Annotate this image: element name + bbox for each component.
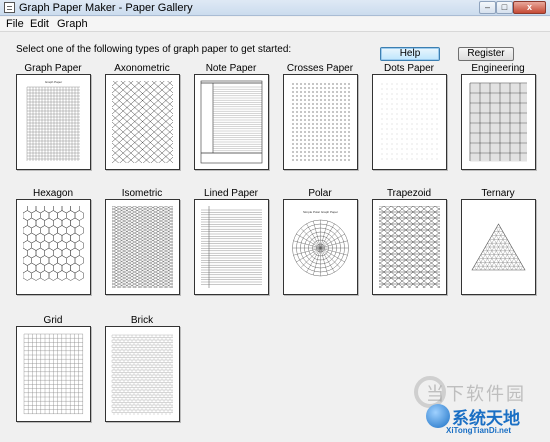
minimize-button[interactable]: ‒	[479, 1, 496, 14]
title-bar: Graph Paper Maker - Paper Gallery ‒ □ x	[0, 0, 550, 16]
menu-graph[interactable]: Graph	[57, 18, 88, 31]
thumbnail-caption: Simple Polar Graph Paper	[303, 210, 338, 214]
paper-preview-engineering	[469, 82, 527, 162]
paper-thumbnail-ternary[interactable]	[461, 199, 536, 295]
paper-preview-polar: Simple Polar Graph Paper	[292, 210, 349, 277]
paper-preview-lined	[201, 206, 262, 288]
paper-preview-dots	[381, 83, 438, 160]
paper-thumbnail-trapezoid[interactable]	[372, 199, 447, 295]
paper-thumbnail-polar[interactable]: Simple Polar Graph Paper	[283, 199, 358, 295]
paper-thumbnail-dots[interactable]	[372, 74, 447, 170]
paper-preview-note	[200, 80, 263, 164]
paper-thumbnail-crosses[interactable]	[283, 74, 358, 170]
paper-preview-grid	[23, 333, 84, 415]
app-icon	[4, 2, 15, 13]
paper-preview-isometric	[112, 206, 173, 288]
paper-thumbnail-axonometric[interactable]	[105, 74, 180, 170]
paper-thumbnail-hexagon[interactable]	[16, 199, 91, 295]
close-button[interactable]: x	[513, 1, 546, 14]
paper-preview-hexagon	[23, 206, 84, 281]
paper-preview-graph: Graph Paper	[26, 80, 80, 161]
menu-file[interactable]: File	[6, 18, 24, 31]
window-title: Graph Paper Maker - Paper Gallery	[19, 2, 193, 14]
watermark-text: 当下软件园	[426, 384, 526, 404]
paper-thumbnail-brick[interactable]	[105, 326, 180, 422]
paper-thumbnail-engineering[interactable]	[461, 74, 536, 170]
paper-thumbnail-grid[interactable]	[16, 326, 91, 422]
help-button[interactable]: Help	[380, 47, 440, 61]
paper-preview-axonometric	[112, 81, 173, 163]
maximize-button[interactable]: □	[496, 1, 513, 14]
paper-thumbnail-isometric[interactable]	[105, 199, 180, 295]
menu-bar: File Edit Graph	[0, 17, 550, 32]
thumbnail-caption: Graph Paper	[45, 80, 62, 84]
menu-edit[interactable]: Edit	[30, 18, 49, 31]
watermark-url: XiTongTianDi.net	[446, 426, 512, 435]
globe-icon	[426, 404, 450, 428]
paper-preview-crosses	[292, 83, 350, 161]
instruction-text: Select one of the following types of gra…	[16, 44, 292, 55]
paper-preview-ternary	[471, 223, 526, 271]
register-button[interactable]: Register	[458, 47, 514, 61]
paper-preview-brick	[111, 334, 173, 415]
paper-thumbnail-note[interactable]	[194, 74, 269, 170]
paper-thumbnail-lined[interactable]	[194, 199, 269, 295]
paper-thumbnail-graph[interactable]: Graph Paper	[16, 74, 91, 170]
paper-preview-trapezoid	[379, 206, 440, 288]
